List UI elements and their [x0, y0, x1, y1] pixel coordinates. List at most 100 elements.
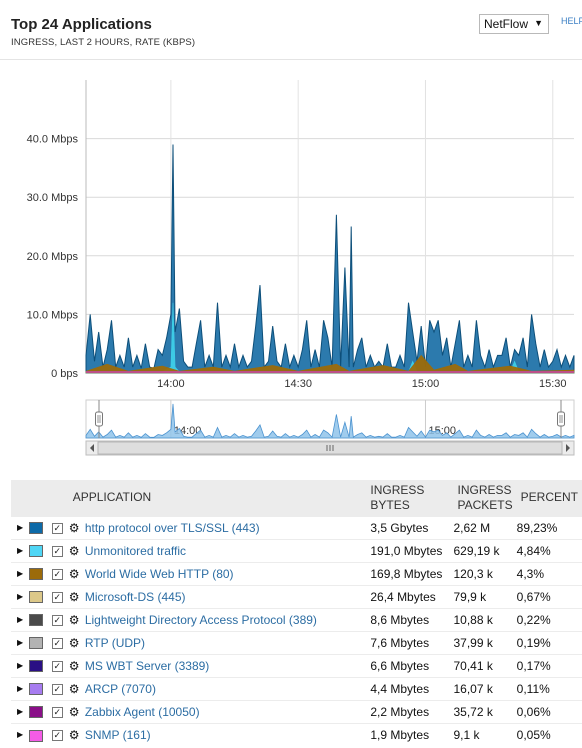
y-tick-label: 10.0 Mbps [27, 309, 79, 321]
ingress-bytes-cell: 2,2 Mbytes [366, 699, 454, 723]
series-color-swatch [29, 729, 44, 742]
series-color-swatch [29, 591, 44, 604]
col-ingress-packets[interactable]: INGRESS PACKETS [453, 480, 517, 516]
ingress-bytes-cell: 169,8 Mbytes [366, 561, 454, 585]
ingress-bytes-cell: 4,4 Mbytes [366, 676, 454, 700]
series-visibility-checkbox[interactable]: ✓ [51, 730, 63, 742]
series-color-swatch [29, 545, 44, 558]
application-link[interactable]: RTP (UDP) [85, 636, 145, 650]
application-link[interactable]: ARCP (7070) [85, 682, 156, 696]
flow-type-select[interactable]: NetFlow ▼ [479, 14, 549, 34]
series-visibility-checkbox[interactable]: ✓ [51, 568, 63, 580]
ingress-bytes-cell: 1,9 Mbytes [366, 722, 454, 746]
percent-cell: 0,67% [516, 584, 582, 608]
y-tick-label: 30.0 Mbps [27, 192, 79, 204]
gear-icon[interactable]: ⚙ [68, 584, 85, 608]
series-visibility-checkbox[interactable]: ✓ [51, 522, 63, 534]
navigator-right-handle[interactable] [557, 411, 565, 427]
widget-subtitle: INGRESS, LAST 2 HOURS, RATE (KBPS) [11, 37, 196, 48]
series-color-swatch [29, 706, 44, 719]
expand-arrow-icon[interactable]: ▶ [11, 515, 30, 539]
table-row[interactable]: ▶ ✓ ⚙ RTP (UDP) 7,6 Mbytes 37,99 k 0,19% [11, 630, 582, 654]
widget-header: Top 24 Applications INGRESS, LAST 2 HOUR… [0, 0, 582, 60]
navigator-frame [85, 399, 575, 439]
applications-table: APPLICATION INGRESS BYTES INGRESS PACKET… [11, 480, 582, 746]
series-visibility-checkbox[interactable]: ✓ [51, 591, 63, 603]
series-color-swatch [29, 614, 44, 627]
expand-arrow-icon[interactable]: ▶ [11, 561, 30, 585]
ingress-packets-cell: 10,88 k [453, 607, 517, 631]
series-visibility-checkbox[interactable]: ✓ [51, 660, 63, 672]
application-link[interactable]: MS WBT Server (3389) [85, 659, 209, 673]
series-color-swatch [29, 660, 44, 673]
table-row[interactable]: ▶ ✓ ⚙ Microsoft-DS (445) 26,4 Mbytes 79,9 k 0,… [11, 584, 582, 608]
percent-cell: 0,17% [516, 653, 582, 677]
expand-arrow-icon[interactable]: ▶ [11, 676, 30, 700]
expand-arrow-icon[interactable]: ▶ [11, 607, 30, 631]
widget-title: Top 24 Applications [11, 16, 152, 33]
application-link[interactable]: Microsoft-DS (445) [85, 590, 186, 604]
ingress-packets-cell: 35,72 k [453, 699, 517, 723]
expand-arrow-icon[interactable]: ▶ [11, 699, 30, 723]
col-application[interactable]: APPLICATION [68, 480, 367, 516]
series-visibility-checkbox[interactable]: ✓ [51, 706, 63, 718]
application-link[interactable]: http protocol over TLS/SSL (443) [85, 521, 260, 535]
traffic-chart: 0 bps 10.0 Mbps 20.0 Mbps 30.0 Mbps 40.0 Mbp… [27, 80, 575, 390]
series-visibility-checkbox[interactable]: ✓ [51, 545, 63, 557]
ingress-bytes-cell: 6,6 Mbytes [366, 653, 454, 677]
gear-icon[interactable]: ⚙ [68, 607, 85, 631]
series-color-swatch [29, 522, 44, 535]
gear-icon[interactable]: ⚙ [68, 561, 85, 585]
table-row[interactable]: ▶ ✓ ⚙ World Wide Web HTTP (80) 169,8 Mbytes 1… [11, 561, 582, 585]
application-link[interactable]: Zabbix Agent (10050) [85, 705, 200, 719]
application-link[interactable]: Lightweight Directory Access Protocol (3… [85, 613, 317, 627]
table-row[interactable]: ▶ ✓ ⚙ ARCP (7070) 4,4 Mbytes 16,07 k 0,11% [11, 676, 582, 700]
percent-cell: 0,11% [516, 676, 582, 700]
col-ingress-bytes[interactable]: INGRESS BYTES [366, 480, 454, 516]
y-tick-label: 40.0 Mbps [27, 134, 79, 146]
expand-arrow-icon[interactable]: ▶ [11, 722, 30, 746]
navigator-left-handle[interactable] [95, 411, 103, 427]
help-link[interactable]: HELP [561, 16, 582, 26]
ingress-packets-cell: 79,9 k [453, 584, 517, 608]
flow-type-select-value: NetFlow [484, 17, 529, 31]
series-color-swatch [29, 683, 44, 696]
table-row[interactable]: ▶ ✓ ⚙ Zabbix Agent (10050) 2,2 Mbytes 35,72 k… [11, 699, 582, 723]
expand-arrow-icon[interactable]: ▶ [11, 584, 30, 608]
plot-area [86, 80, 574, 373]
application-link[interactable]: World Wide Web HTTP (80) [85, 567, 234, 581]
series-visibility-checkbox[interactable]: ✓ [51, 637, 63, 649]
expand-arrow-icon[interactable]: ▶ [11, 653, 30, 677]
x-tick-label: 14:00 [157, 378, 185, 390]
table-row[interactable]: ▶ ✓ ⚙ MS WBT Server (3389) 6,6 Mbytes 70,41 k… [11, 653, 582, 677]
gear-icon[interactable]: ⚙ [68, 676, 85, 700]
x-tick-label: 15:00 [412, 378, 440, 390]
gear-icon[interactable]: ⚙ [68, 722, 85, 746]
series-color-swatch [29, 637, 44, 650]
chart-navigator[interactable]: 14:00 15:00 [0, 392, 582, 458]
ingress-packets-cell: 629,19 k [453, 538, 517, 562]
ingress-packets-cell: 70,41 k [453, 653, 517, 677]
table-row[interactable]: ▶ ✓ ⚙ Lightweight Directory Access Protocol… [11, 607, 582, 631]
expand-arrow-icon[interactable]: ▶ [11, 630, 30, 654]
series-visibility-checkbox[interactable]: ✓ [51, 614, 63, 626]
application-link[interactable]: Unmonitored traffic [85, 544, 186, 558]
gear-icon[interactable]: ⚙ [68, 699, 85, 723]
col-percent[interactable]: PERCENT [516, 480, 582, 516]
x-tick-label: 14:30 [284, 378, 312, 390]
percent-cell: 89,23% [516, 515, 582, 539]
y-tick-label: 20.0 Mbps [27, 251, 79, 263]
gear-icon[interactable]: ⚙ [68, 515, 85, 539]
ingress-packets-cell: 37,99 k [453, 630, 517, 654]
gear-icon[interactable]: ⚙ [68, 653, 85, 677]
application-link[interactable]: SNMP (161) [85, 728, 151, 742]
series-visibility-checkbox[interactable]: ✓ [51, 683, 63, 695]
ingress-packets-cell: 16,07 k [453, 676, 517, 700]
gear-icon[interactable]: ⚙ [68, 538, 85, 562]
table-row[interactable]: ▶ ✓ ⚙ SNMP (161) 1,9 Mbytes 9,1 k 0,05% [11, 722, 582, 746]
table-row[interactable]: ▶ ✓ ⚙ http protocol over TLS/SSL (443) 3,5 G… [11, 515, 582, 539]
gear-icon[interactable]: ⚙ [68, 630, 85, 654]
table-row[interactable]: ▶ ✓ ⚙ Unmonitored traffic 191,0 Mbytes 629,19… [11, 538, 582, 562]
table-header-row: APPLICATION INGRESS BYTES INGRESS PACKET… [11, 480, 582, 516]
expand-arrow-icon[interactable]: ▶ [11, 538, 30, 562]
